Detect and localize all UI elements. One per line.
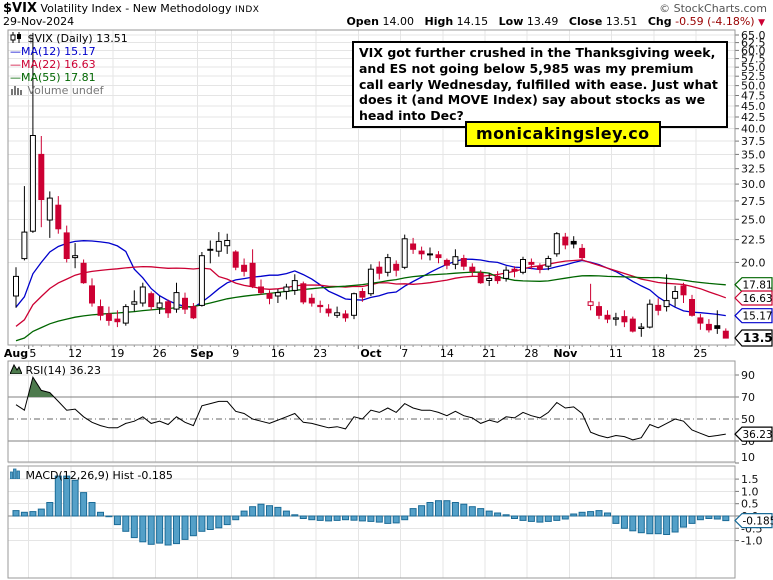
svg-text:30.0: 30.0 (741, 178, 766, 191)
svg-text:10: 10 (741, 451, 755, 464)
svg-text:16: 16 (271, 347, 285, 360)
down-triangle-icon: ▼ (758, 18, 765, 28)
svg-text:70: 70 (741, 391, 755, 404)
svg-text:27.5: 27.5 (741, 195, 766, 208)
svg-text:11: 11 (609, 347, 623, 360)
svg-text:90: 90 (741, 369, 755, 382)
svg-text:14: 14 (440, 347, 454, 360)
svg-text:12: 12 (68, 347, 82, 360)
svg-text:19: 19 (110, 347, 124, 360)
svg-text:25.0: 25.0 (741, 213, 766, 226)
svg-text:36.23: 36.23 (743, 429, 773, 441)
svg-text:37.5: 37.5 (741, 135, 766, 148)
svg-text:-0.185: -0.185 (743, 516, 773, 528)
symbol-name: Volatility Index - New Methodology (40, 2, 231, 15)
svg-text:35.0: 35.0 (741, 148, 766, 161)
svg-text:5: 5 (29, 347, 36, 360)
chg-value: -0.59 (-4.18%) (675, 15, 754, 28)
svg-text:28: 28 (524, 347, 538, 360)
svg-text:15.17: 15.17 (743, 311, 773, 323)
close-value: 13.51 (606, 15, 638, 28)
close-label: Close (569, 15, 602, 28)
exchange-label: INDX (235, 5, 259, 15)
svg-text:20.0: 20.0 (741, 256, 766, 269)
svg-text:0.5: 0.5 (741, 498, 759, 511)
open-label: Open (346, 15, 379, 28)
high-value: 14.15 (457, 15, 489, 28)
open-value: 14.00 (382, 15, 414, 28)
svg-text:23: 23 (313, 347, 327, 360)
svg-text:Nov: Nov (553, 347, 578, 360)
svg-text:26: 26 (153, 347, 167, 360)
annotation-box: VIX got further crushed in the Thanksgiv… (352, 41, 728, 128)
svg-text:18: 18 (651, 347, 665, 360)
svg-text:16.63: 16.63 (743, 293, 773, 305)
svg-text:21: 21 (482, 347, 496, 360)
svg-text:1.0: 1.0 (741, 485, 759, 498)
low-value: 13.49 (527, 15, 559, 28)
low-label: Low (499, 15, 524, 28)
svg-text:22.5: 22.5 (741, 234, 766, 247)
symbol-title: $VIX (3, 1, 37, 16)
svg-text:25: 25 (693, 347, 707, 360)
copyright-label: © StockCharts.com (659, 2, 767, 15)
svg-text:65.0: 65.0 (741, 29, 766, 42)
svg-text:7: 7 (401, 347, 408, 360)
svg-text:Sep: Sep (190, 347, 213, 360)
stockcharts-chart-page: { "header": { "symbol": "$VIX", "name": … (0, 0, 773, 580)
svg-text:13.51: 13.51 (743, 331, 773, 345)
svg-text:50: 50 (741, 413, 755, 426)
chart-date: 29-Nov-2024 (3, 15, 74, 28)
quote-line: Open 14.00 High 14.15 Low 13.49 Close 13… (339, 15, 765, 28)
chart-header: $VIX Volatility Index - New Methodology … (3, 1, 259, 16)
svg-text:-1.0: -1.0 (741, 535, 762, 548)
svg-text:Oct: Oct (360, 347, 381, 360)
chg-label: Chg (648, 15, 672, 28)
svg-text:Aug: Aug (4, 347, 28, 360)
high-label: High (424, 15, 453, 28)
svg-text:40.0: 40.0 (741, 123, 766, 136)
watermark-badge: monicakingsley.co (465, 121, 661, 147)
svg-text:42.5: 42.5 (741, 111, 766, 124)
svg-text:1.5: 1.5 (741, 473, 759, 486)
svg-text:9: 9 (232, 347, 239, 360)
svg-text:17.81: 17.81 (743, 280, 773, 292)
svg-text:32.5: 32.5 (741, 163, 766, 176)
